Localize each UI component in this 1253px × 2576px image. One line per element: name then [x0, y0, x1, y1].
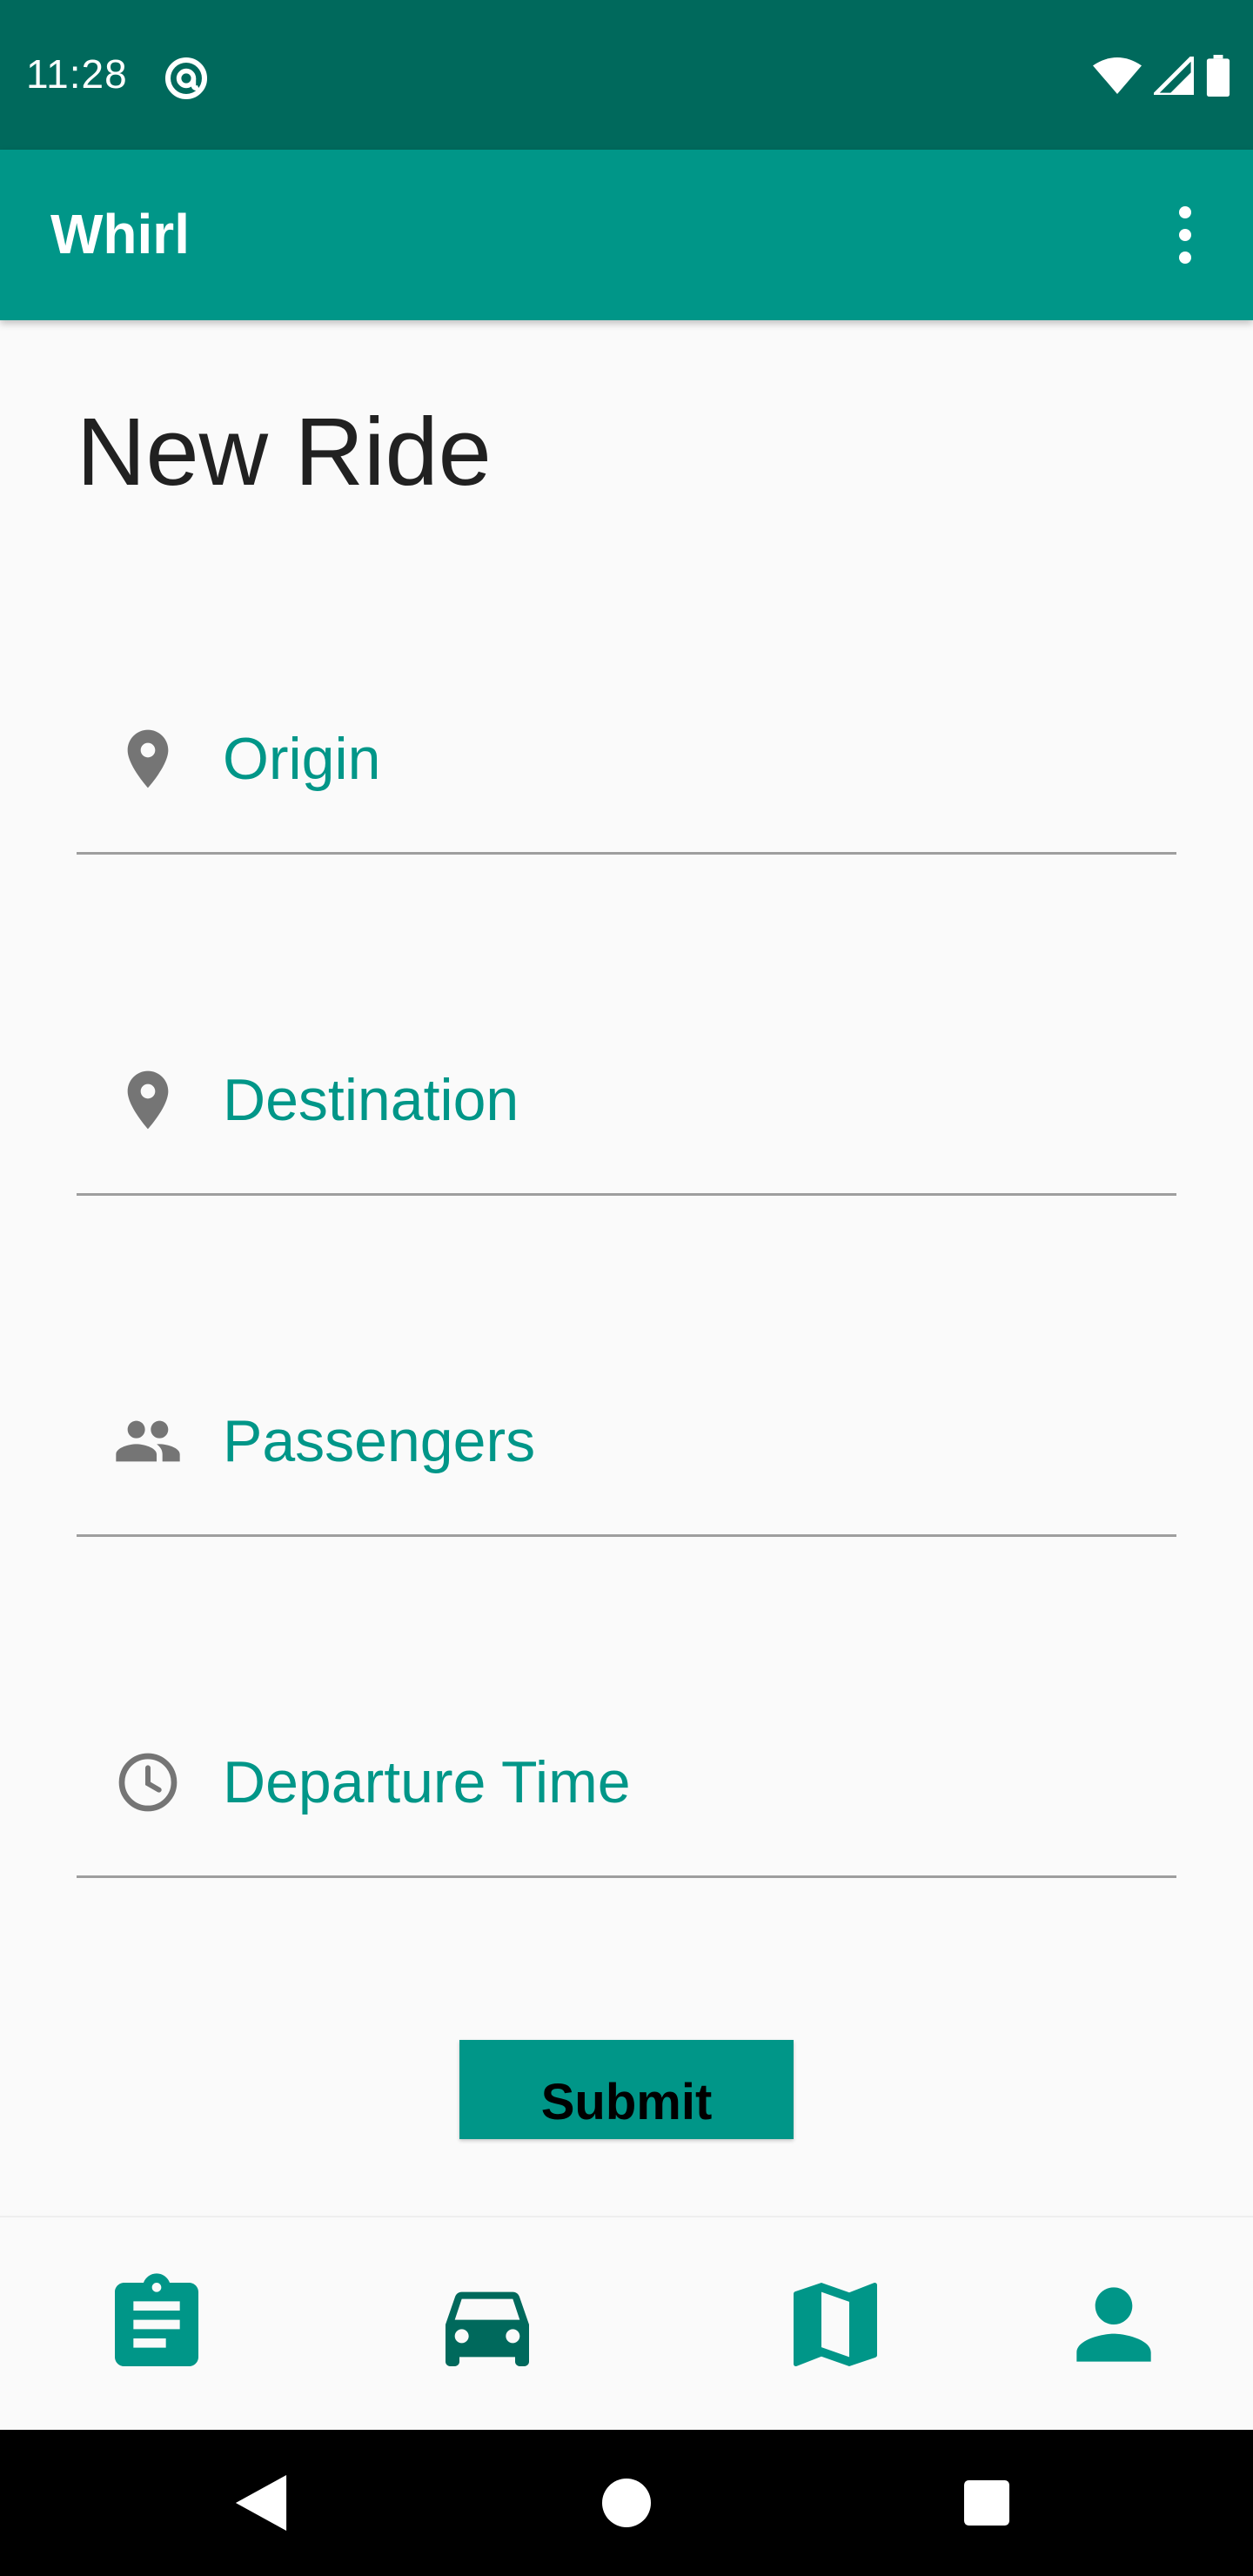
people-icon — [116, 1420, 180, 1462]
page-title: New Ride — [77, 399, 492, 506]
home-icon[interactable] — [588, 2465, 665, 2541]
origin-field[interactable] — [77, 663, 1176, 855]
nav-item-car[interactable] — [331, 2217, 644, 2432]
car-icon — [446, 2291, 529, 2366]
location-pin-icon — [127, 1070, 169, 1130]
clock-icon — [118, 1753, 178, 1812]
nav-item-profile[interactable] — [957, 2217, 1253, 2432]
departure-time-field[interactable] — [77, 1687, 1176, 1878]
person-icon — [1076, 2287, 1151, 2362]
passengers-input[interactable] — [223, 1398, 1176, 1485]
submit-button[interactable]: Submit — [459, 2040, 794, 2139]
more-vert-icon[interactable] — [1142, 188, 1229, 282]
status-icons — [1093, 54, 1230, 97]
battery-icon — [1206, 55, 1230, 97]
destination-field[interactable] — [77, 1004, 1176, 1196]
wifi-icon — [1093, 57, 1142, 94]
nav-item-map[interactable] — [679, 2217, 992, 2432]
app-bar: Whirl — [0, 150, 1253, 320]
back-icon[interactable] — [223, 2465, 299, 2541]
status-bar: 11:28 — [0, 0, 1253, 150]
recents-icon[interactable] — [948, 2465, 1025, 2541]
nav-item-clipboard[interactable] — [0, 2217, 313, 2432]
bottom-navigation — [0, 2216, 1253, 2430]
signal-icon — [1154, 57, 1194, 95]
system-navigation-bar — [0, 2430, 1253, 2576]
departure-time-input[interactable] — [223, 1739, 1176, 1826]
origin-input[interactable] — [223, 715, 1176, 802]
map-icon — [794, 2283, 877, 2366]
app-title: Whirl — [50, 203, 190, 265]
at-sign-icon — [164, 57, 208, 100]
location-pin-icon — [127, 729, 169, 788]
status-time: 11:28 — [26, 51, 128, 97]
passengers-field[interactable] — [77, 1345, 1176, 1537]
destination-input[interactable] — [223, 1057, 1176, 1144]
clipboard-icon — [115, 2273, 198, 2366]
